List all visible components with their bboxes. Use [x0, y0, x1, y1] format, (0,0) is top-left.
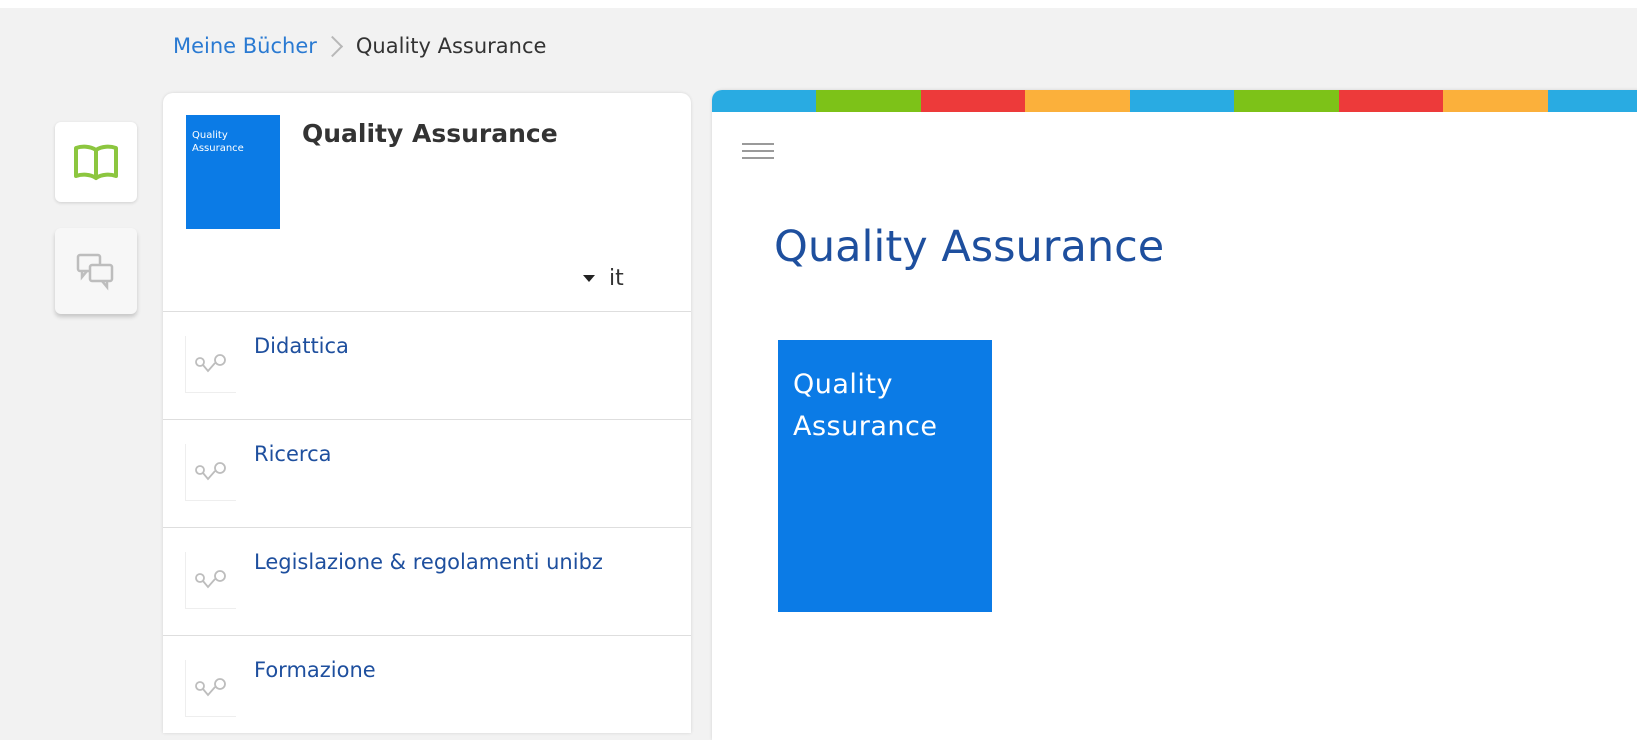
chapter-item-legislazione[interactable]: Legislazione & regolamenti unibz — [163, 527, 691, 635]
stripe-segment — [1339, 90, 1443, 112]
stripe-segment — [1548, 90, 1637, 112]
hamburger-menu-icon[interactable] — [742, 143, 774, 164]
stripe-segment — [921, 90, 1025, 112]
chapter-label: Formazione — [254, 658, 376, 682]
book-cover[interactable]: Quality Assurance — [778, 340, 992, 612]
book-title: Quality Assurance — [302, 119, 558, 148]
language-value: it — [609, 266, 624, 291]
stripe-segment — [1443, 90, 1547, 112]
stripe-segment — [1234, 90, 1338, 112]
link-nodes-icon — [185, 336, 236, 393]
cover-thumb-line2: Assurance — [192, 142, 280, 155]
chapter-item-ricerca[interactable]: Ricerca — [163, 419, 691, 527]
content-panel: Quality Assurance Quality Assurance — [712, 90, 1637, 740]
chapter-label: Didattica — [254, 334, 349, 358]
rail-discussions-button[interactable] — [55, 228, 137, 314]
stripe-segment — [1025, 90, 1129, 112]
cover-thumb-line1: Quality — [192, 129, 280, 142]
link-nodes-icon — [185, 444, 236, 501]
color-stripe — [712, 90, 1637, 112]
cover-line1: Quality — [793, 364, 992, 406]
chapter-item-formazione[interactable]: Formazione — [163, 635, 691, 733]
chapter-label: Ricerca — [254, 442, 331, 466]
link-nodes-icon — [185, 660, 236, 717]
cover-line2: Assurance — [793, 406, 992, 448]
open-book-icon — [72, 142, 120, 182]
book-panel: Quality Assurance Quality Assurance it D… — [163, 93, 691, 733]
rail-books-button[interactable] — [55, 122, 137, 202]
top-strip — [0, 0, 1637, 8]
chat-bubbles-icon — [74, 251, 118, 291]
breadcrumb-current: Quality Assurance — [356, 34, 547, 58]
stripe-segment — [1130, 90, 1234, 112]
language-selector[interactable]: it — [583, 263, 624, 293]
breadcrumb-my-books-link[interactable]: Meine Bücher — [173, 34, 317, 58]
breadcrumb: Meine Bücher Quality Assurance — [173, 31, 546, 61]
chapter-label: Legislazione & regolamenti unibz — [254, 550, 603, 574]
stripe-segment — [712, 90, 816, 112]
stripe-segment — [816, 90, 920, 112]
caret-down-icon — [583, 275, 595, 282]
link-nodes-icon — [185, 552, 236, 609]
book-cover-thumbnail[interactable]: Quality Assurance — [186, 115, 280, 229]
chapter-list: Didattica Ricerca Legislazione & regolam… — [163, 311, 691, 733]
breadcrumb-chevron-icon — [322, 35, 343, 56]
chapter-item-didattica[interactable]: Didattica — [163, 311, 691, 419]
content-title: Quality Assurance — [774, 222, 1164, 272]
